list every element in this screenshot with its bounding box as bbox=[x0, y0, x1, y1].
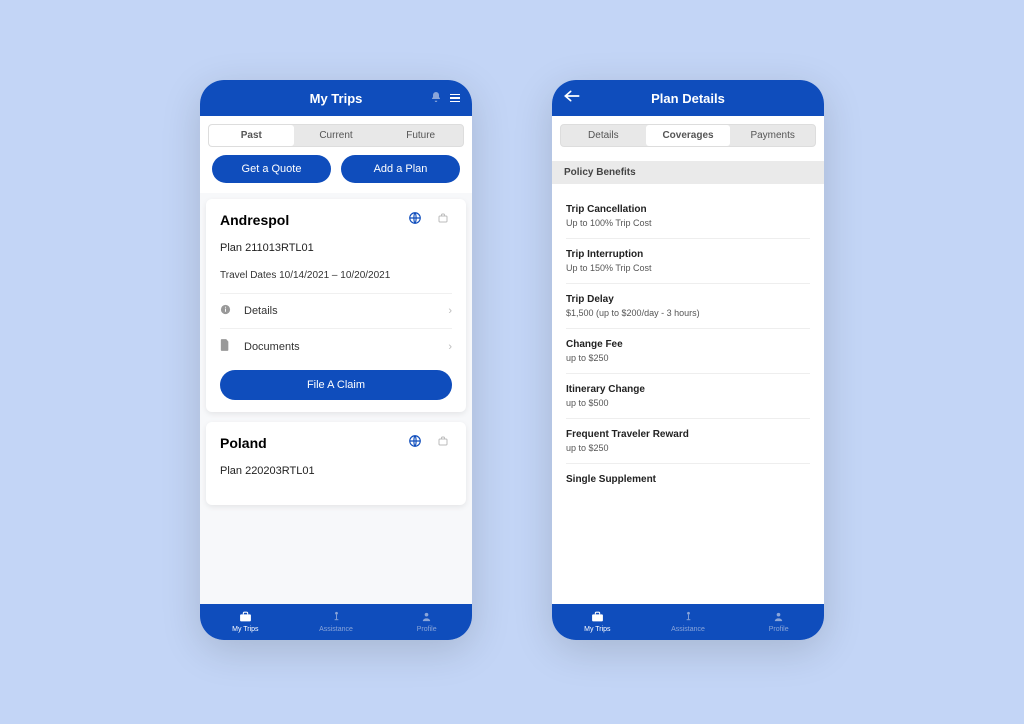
chevron-right-icon: › bbox=[448, 341, 452, 353]
trip-title: Andrespol bbox=[220, 212, 396, 228]
segment-past[interactable]: Past bbox=[209, 125, 294, 146]
tab-label: My Trips bbox=[584, 626, 610, 633]
suitcase-icon[interactable] bbox=[434, 435, 452, 450]
tab-label: Assistance bbox=[671, 626, 705, 633]
bell-icon[interactable] bbox=[430, 91, 442, 106]
segment-details[interactable]: Details bbox=[561, 125, 646, 146]
plan-id: Plan 211013RTL01 bbox=[220, 242, 452, 254]
app-header: Plan Details bbox=[552, 80, 824, 116]
benefit-item: Trip Delay $1,500 (up to $200/day - 3 ho… bbox=[566, 284, 810, 329]
benefits-list: Trip Cancellation Up to 100% Trip Cost T… bbox=[552, 194, 824, 498]
benefit-description: $1,500 (up to $200/day - 3 hours) bbox=[566, 308, 810, 318]
trip-title: Poland bbox=[220, 435, 396, 451]
tab-label: My Trips bbox=[232, 626, 258, 633]
bottom-tabbar: My Trips Assistance Profile bbox=[552, 604, 824, 640]
benefit-item: Itinerary Change up to $500 bbox=[566, 374, 810, 419]
suitcase-icon[interactable] bbox=[434, 212, 452, 227]
trip-card-header: Poland bbox=[220, 434, 452, 451]
plan-id: Plan 220203RTL01 bbox=[220, 465, 452, 477]
plan-segment-control: Details Coverages Payments bbox=[560, 124, 816, 147]
benefit-description: up to $250 bbox=[566, 353, 810, 363]
tab-label: Profile bbox=[769, 626, 789, 633]
tab-my-trips[interactable]: My Trips bbox=[552, 604, 643, 640]
benefit-title: Trip Cancellation bbox=[566, 204, 810, 215]
tab-my-trips[interactable]: My Trips bbox=[200, 604, 291, 640]
phone-plan-details: Plan Details Details Coverages Payments … bbox=[552, 80, 824, 640]
globe-icon[interactable] bbox=[406, 211, 424, 228]
coverages-content: Policy Benefits Trip Cancellation Up to … bbox=[552, 155, 824, 604]
profile-icon bbox=[421, 611, 432, 625]
assistance-icon bbox=[683, 611, 694, 625]
benefit-title: Itinerary Change bbox=[566, 384, 810, 395]
benefit-item: Single Supplement bbox=[566, 464, 810, 498]
trip-card: Andrespol Plan 211013RTL01 Travel Dates … bbox=[206, 199, 466, 412]
add-plan-button[interactable]: Add a Plan bbox=[341, 155, 460, 183]
tab-label: Profile bbox=[417, 626, 437, 633]
benefit-description: up to $250 bbox=[566, 443, 810, 453]
details-label: Details bbox=[238, 305, 448, 317]
hamburger-icon[interactable] bbox=[450, 94, 460, 103]
segment-coverages[interactable]: Coverages bbox=[646, 125, 731, 146]
benefit-item: Frequent Traveler Reward up to $250 bbox=[566, 419, 810, 464]
benefit-title: Single Supplement bbox=[566, 474, 810, 485]
benefit-item: Trip Interruption Up to 150% Trip Cost bbox=[566, 239, 810, 284]
tab-profile[interactable]: Profile bbox=[733, 604, 824, 640]
benefit-title: Trip Interruption bbox=[566, 249, 810, 260]
segment-payments[interactable]: Payments bbox=[730, 125, 815, 146]
globe-icon[interactable] bbox=[406, 434, 424, 451]
page-title: My Trips bbox=[310, 91, 363, 106]
app-header: My Trips bbox=[200, 80, 472, 116]
get-quote-button[interactable]: Get a Quote bbox=[212, 155, 331, 183]
trips-list: Andrespol Plan 211013RTL01 Travel Dates … bbox=[200, 193, 472, 604]
documents-link[interactable]: Documents › bbox=[220, 328, 452, 364]
briefcase-icon bbox=[239, 611, 252, 625]
tab-assistance[interactable]: Assistance bbox=[291, 604, 382, 640]
benefit-item: Trip Cancellation Up to 100% Trip Cost bbox=[566, 194, 810, 239]
document-icon bbox=[220, 339, 238, 354]
benefit-description: up to $500 bbox=[566, 398, 810, 408]
details-link[interactable]: Details › bbox=[220, 293, 452, 328]
trips-segment-control: Past Current Future bbox=[208, 124, 464, 147]
trip-card-header: Andrespol bbox=[220, 211, 452, 228]
profile-icon bbox=[773, 611, 784, 625]
back-arrow-icon[interactable] bbox=[564, 89, 580, 107]
tab-profile[interactable]: Profile bbox=[381, 604, 472, 640]
segment-future[interactable]: Future bbox=[378, 125, 463, 146]
tab-label: Assistance bbox=[319, 626, 353, 633]
phone-my-trips: My Trips Past Current Future Get a Quote… bbox=[200, 80, 472, 640]
travel-dates: Travel Dates 10/14/2021 – 10/20/2021 bbox=[220, 270, 452, 281]
briefcase-icon bbox=[591, 611, 604, 625]
benefit-description: Up to 100% Trip Cost bbox=[566, 218, 810, 228]
benefit-title: Trip Delay bbox=[566, 294, 810, 305]
segment-current[interactable]: Current bbox=[294, 125, 379, 146]
bottom-tabbar: My Trips Assistance Profile bbox=[200, 604, 472, 640]
page-title: Plan Details bbox=[651, 91, 725, 106]
trip-card: Poland Plan 220203RTL01 bbox=[206, 422, 466, 505]
benefit-description: Up to 150% Trip Cost bbox=[566, 263, 810, 273]
benefit-item: Change Fee up to $250 bbox=[566, 329, 810, 374]
info-icon bbox=[220, 304, 238, 318]
chevron-right-icon: › bbox=[448, 305, 452, 317]
documents-label: Documents bbox=[238, 341, 448, 353]
section-header: Policy Benefits bbox=[552, 161, 824, 184]
tab-assistance[interactable]: Assistance bbox=[643, 604, 734, 640]
benefit-title: Change Fee bbox=[566, 339, 810, 350]
benefit-title: Frequent Traveler Reward bbox=[566, 429, 810, 440]
action-pills: Get a Quote Add a Plan bbox=[200, 155, 472, 193]
assistance-icon bbox=[331, 611, 342, 625]
file-claim-button[interactable]: File A Claim bbox=[220, 370, 452, 400]
